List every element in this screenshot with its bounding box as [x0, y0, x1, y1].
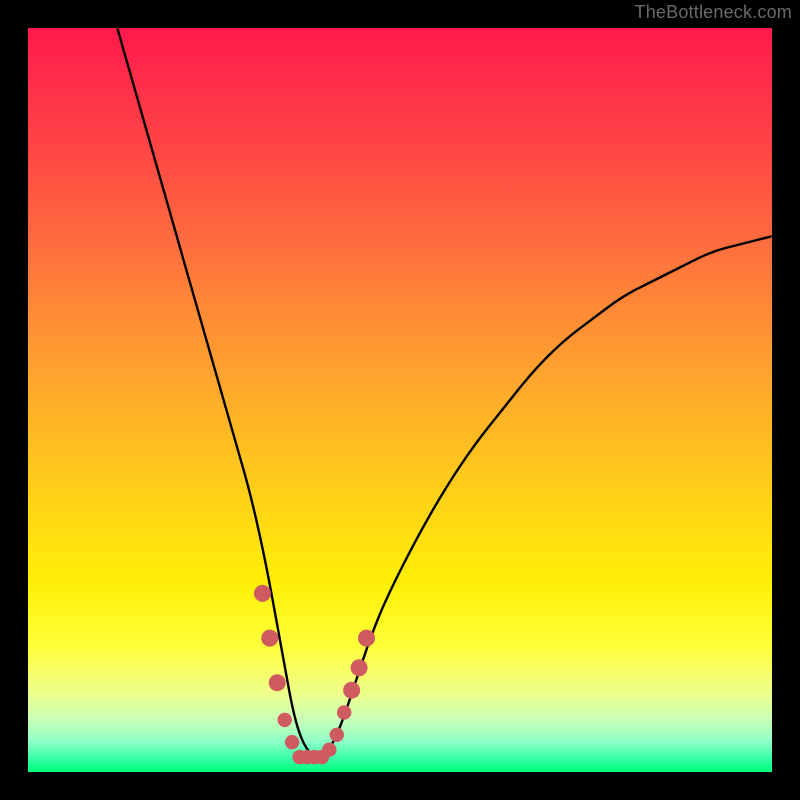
bottleneck-curve: [117, 28, 772, 757]
marker-dot: [269, 674, 286, 691]
curve-layer: [28, 28, 772, 772]
marker-dot: [278, 713, 292, 727]
marker-dot: [261, 630, 278, 647]
marker-dot: [322, 743, 336, 757]
watermark-text: TheBottleneck.com: [635, 2, 792, 23]
plot-area: [28, 28, 772, 772]
marker-dot: [337, 705, 351, 719]
marker-dot: [254, 585, 271, 602]
marker-dot: [351, 659, 368, 676]
highlight-markers: [254, 585, 375, 764]
marker-dot: [343, 682, 360, 699]
marker-dot: [330, 728, 344, 742]
chart-frame: TheBottleneck.com: [0, 0, 800, 800]
marker-dot: [285, 735, 299, 749]
marker-dot: [358, 630, 375, 647]
